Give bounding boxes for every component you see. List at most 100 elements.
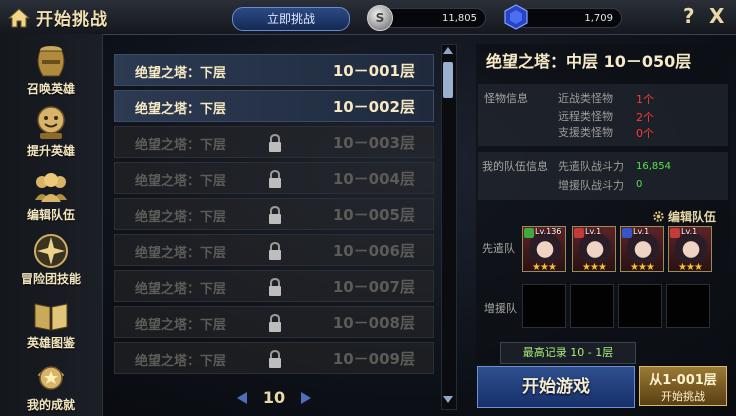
home-button[interactable]: 开始挑战 [8,5,108,30]
scroll-up-icon[interactable] [441,44,455,58]
page-title: 开始挑战 [36,10,108,30]
sidebar-item-label: 召唤英雄 [26,82,75,96]
hero-stars: ★★★ [630,262,655,273]
sidebar-item-label: 英雄图鉴 [26,336,75,350]
trophy-icon [37,366,65,390]
floor-row: 绝望之塔：下层 10－005层 [114,198,434,230]
next-page-icon[interactable] [300,391,312,405]
silver-coin-icon: S [367,5,393,31]
sidebar: 召唤英雄 提升英雄 编辑队伍 冒险团技能 英雄图鉴 我的成就 [0,34,103,416]
gem-amount: 1,709 [514,8,622,28]
challenge-button-label: 开始挑战 [661,390,705,403]
floor-list: 绝望之塔：下层 10－001层 绝望之塔：下层 10－002层 绝望之塔：下层 10－00… [114,54,434,374]
hero-level: Lv.1 [681,227,698,236]
start-game-button[interactable]: 开始游戏 [477,366,635,408]
floor-row-number: 10－007层 [332,278,415,296]
hero-level: Lv.136 [535,227,562,236]
floor-row-number: 10－005层 [332,206,415,224]
urn-icon [37,46,65,77]
hero-portrait [529,233,561,263]
floor-row-name: 绝望之塔：下层 [135,282,227,297]
support-power-value: 0 [636,179,643,190]
level-up-icon [37,106,65,139]
hero-class-icon [670,228,680,238]
lock-icon [269,313,281,332]
floor-row: 绝望之塔：下层 10－009层 [114,342,434,374]
lock-icon [269,277,281,296]
monster-type: 远程类怪物 [558,110,613,123]
edit-team-button[interactable]: 编辑队伍 [652,208,716,225]
hero-class-icon [622,228,632,238]
hero-level: Lv.1 [633,227,650,236]
silver-amount: 11,805 [378,8,486,28]
floor-row-name: 绝望之塔：下层 [135,354,227,369]
sidebar-item-adventure-skills[interactable]: 冒险团技能 [0,230,102,290]
sidebar-item-upgrade-hero[interactable]: 提升英雄 [0,102,102,162]
sidebar-item-label: 冒险团技能 [20,272,81,286]
empty-hero-slot[interactable] [522,284,566,328]
floor-row: 绝望之塔：下层 10－008层 [114,306,434,338]
sidebar-item-achievements[interactable]: 我的成就 [0,356,102,416]
gear-icon [653,211,664,222]
close-button[interactable]: X [709,4,724,28]
page-number: 10 [262,388,286,407]
floor-title: 绝望之塔：中层 10－050层 [486,52,692,71]
hero-stars: ★★★ [532,262,557,273]
monster-type: 支援类怪物 [558,126,613,139]
support-power-label: 增援队战斗力 [558,179,624,192]
monster-type: 近战类怪物 [558,92,613,105]
hero-portrait [627,233,659,263]
vanguard-label: 先遣队 [482,242,515,255]
help-button[interactable]: ? [683,4,695,28]
sidebar-item-summon[interactable]: 召唤英雄 [0,40,102,100]
floor-row[interactable]: 绝望之塔：下层 10－001层 [114,54,434,86]
floor-row-number: 10－009层 [332,350,415,368]
previous-page-icon[interactable] [236,391,248,405]
sidebar-item-hero-codex[interactable]: 英雄图鉴 [0,294,102,354]
monster-info-label: 怪物信息 [484,92,528,105]
floor-row: 绝望之塔：下层 10－007层 [114,270,434,302]
vanguard-power-label: 先遣队战斗力 [558,160,624,173]
empty-hero-slot[interactable] [666,284,710,328]
floor-row-number: 10－008层 [332,314,415,332]
lock-icon [269,241,281,260]
floor-row-name: 绝望之塔：下层 [135,66,227,81]
monster-count: 1个 [636,93,654,106]
floor-row-number: 10－001层 [332,62,415,80]
instant-challenge-button[interactable]: 立即挑战 [232,7,350,31]
lock-icon [269,169,281,188]
hero-class-icon [574,228,584,238]
team-info-label: 我的队伍信息 [482,160,548,173]
floor-row-name: 绝望之塔：下层 [135,210,227,225]
empty-hero-slot[interactable] [570,284,614,328]
floor-row-name: 绝望之塔：下层 [135,174,227,189]
hero-portrait [579,233,611,263]
floor-row-name: 绝望之塔：下层 [135,102,227,117]
challenge-start-floor: 从1-001层 [649,373,717,388]
scrollbar-thumb[interactable] [443,62,453,98]
floor-row[interactable]: 绝望之塔：下层 10－002层 [114,90,434,122]
lock-icon [269,349,281,368]
hero-class-icon [524,228,534,238]
floor-row-name: 绝望之塔：下层 [135,246,227,261]
floor-row-number: 10－006层 [332,242,415,260]
sidebar-item-label: 提升英雄 [26,144,75,158]
lock-icon [269,205,281,224]
hero-portrait [675,233,707,263]
sidebar-item-label: 我的成就 [26,398,75,412]
vanguard-power-value: 16,854 [636,161,671,172]
scrollbar[interactable] [441,44,457,410]
floor-row-number: 10－002层 [332,98,415,116]
gem-icon [504,4,528,30]
sidebar-item-label: 编辑队伍 [26,208,75,222]
empty-hero-slot[interactable] [618,284,662,328]
compass-icon [34,234,68,268]
edit-team-label: 编辑队伍 [668,210,717,224]
monster-count: 0个 [636,127,654,140]
hero-level: Lv.1 [585,227,602,236]
start-challenge-button[interactable]: 从1-001层 开始挑战 [639,366,727,406]
floor-row-name: 绝望之塔：下层 [135,318,227,333]
sidebar-item-edit-team[interactable]: 编辑队伍 [0,166,102,226]
scroll-down-icon[interactable] [441,392,455,406]
floor-row-number: 10－003层 [332,134,415,152]
